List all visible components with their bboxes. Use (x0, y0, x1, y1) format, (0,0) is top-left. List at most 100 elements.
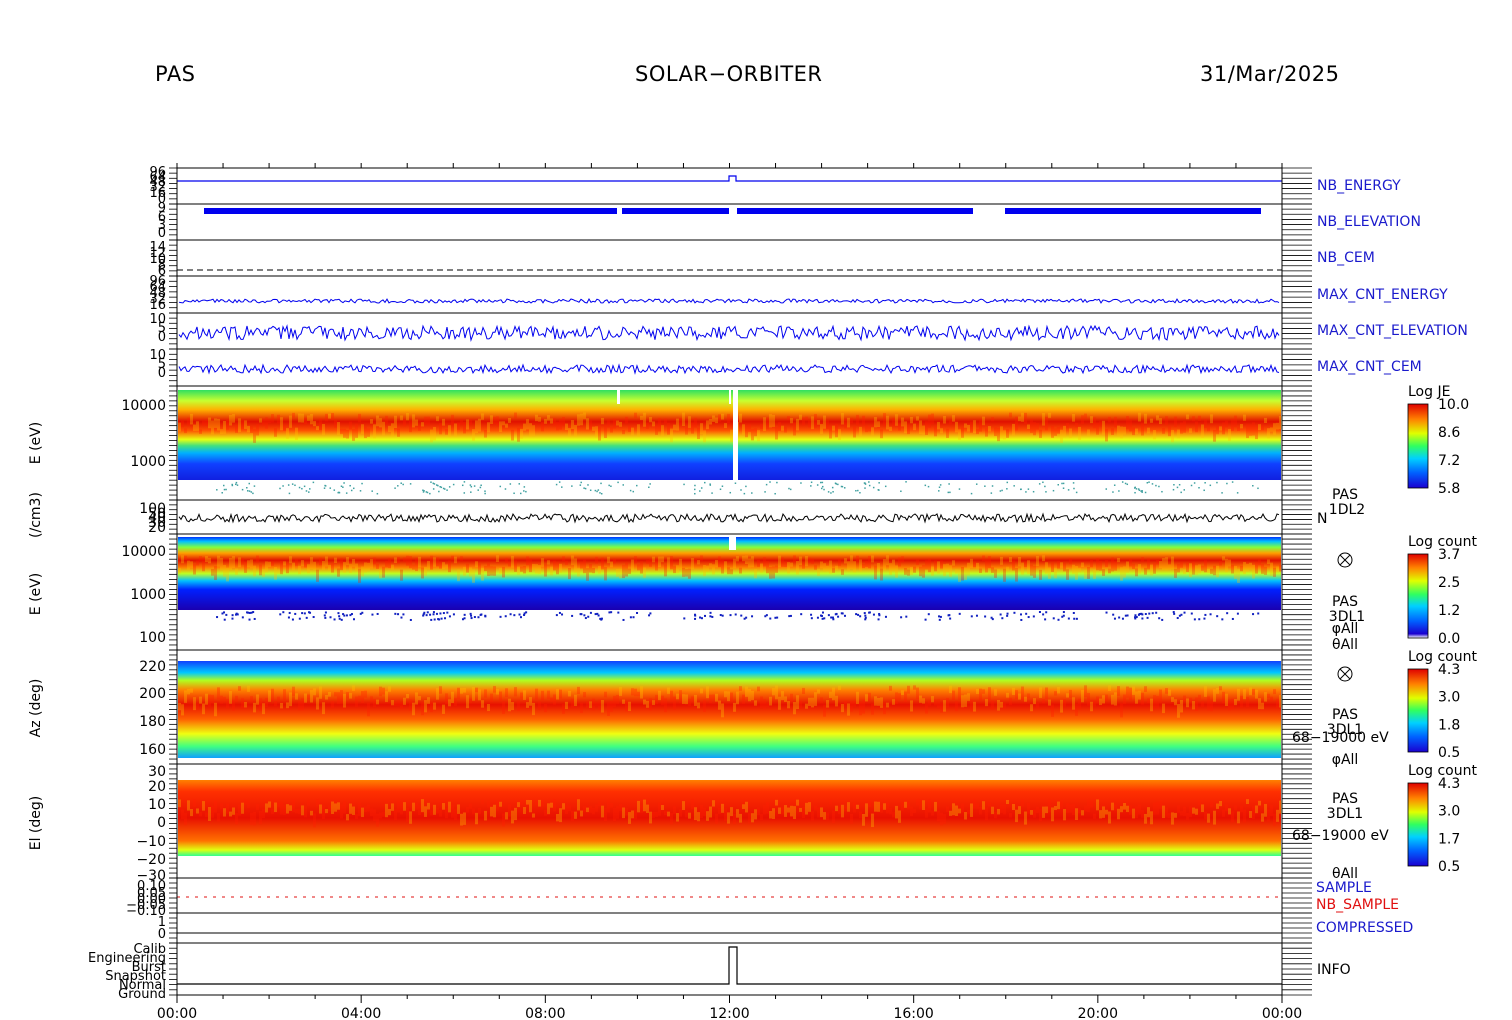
spectrogram-texture (838, 559, 841, 566)
spectrogram-texture (1048, 412, 1051, 418)
spectrogram-texture (1138, 564, 1141, 574)
spectrogram-texture (367, 702, 370, 717)
speckle (291, 483, 294, 485)
spectrogram-texture (934, 801, 937, 812)
spectrogram-texture (1243, 414, 1246, 421)
spectrogram-texture (727, 691, 730, 702)
spectrogram-texture (697, 812, 700, 822)
spectrogram-texture (868, 555, 871, 569)
spectrogram-texture (766, 801, 769, 814)
spectrogram-texture (685, 569, 688, 577)
spectrogram-texture (1081, 415, 1084, 424)
speckle (800, 482, 802, 484)
spectrogram-texture (1132, 427, 1135, 436)
spectrogram-texture (508, 561, 511, 567)
spectrogram-texture (355, 814, 358, 819)
spectrogram-texture (931, 696, 934, 703)
speckle (470, 614, 473, 617)
spectrogram-texture (484, 565, 487, 572)
spectrogram-texture (1255, 805, 1258, 814)
y-tick-label: 10 (148, 797, 166, 813)
spectrogram-texture (829, 426, 832, 439)
speckle (338, 615, 341, 618)
spectrogram-texture (565, 560, 568, 565)
spectrogram-texture (1114, 561, 1117, 571)
spectrogram-texture (883, 559, 886, 571)
spectrogram-texture (1174, 416, 1177, 428)
spectrogram-texture (430, 701, 433, 713)
spectrogram-texture (1096, 696, 1099, 704)
spectrogram-texture (436, 807, 439, 814)
spectrogram-texture (268, 690, 271, 702)
x-tick-label: 16:00 (893, 1006, 933, 1020)
spectrogram-texture (1105, 428, 1108, 442)
spectrogram-texture (337, 692, 340, 705)
speckle (461, 484, 464, 487)
spectrogram-texture (505, 423, 508, 428)
speckle (594, 613, 597, 616)
spectrogram-texture (607, 702, 610, 716)
spectrogram-texture (385, 560, 388, 568)
speckle (1257, 487, 1259, 490)
spectrogram-texture (595, 804, 598, 812)
spectrogram-texture (655, 811, 658, 817)
spectrogram-texture (1168, 564, 1171, 570)
spectrogram-texture (367, 428, 370, 437)
spectrogram-texture (346, 429, 349, 439)
spectrogram-texture (598, 426, 601, 441)
spectrogram-texture (1204, 811, 1207, 820)
speckle (769, 617, 772, 620)
spectrogram-texture (1246, 696, 1249, 708)
spectrogram-texture (538, 799, 541, 807)
speckle (439, 612, 442, 615)
spectrogram-texture (307, 415, 310, 421)
speckle (970, 615, 973, 618)
spectrogram-texture (1273, 423, 1276, 435)
speckle (223, 618, 226, 621)
spectrogram-texture (877, 697, 880, 706)
spectrogram-texture (1174, 568, 1177, 578)
spectrogram-texture (1093, 417, 1096, 429)
spectrogram-texture (1123, 803, 1126, 810)
spectrogram-texture (202, 420, 205, 426)
spectrogram-texture (565, 805, 568, 815)
spectrogram-texture (328, 413, 331, 419)
spectrogram-texture (616, 568, 619, 577)
spectrogram-texture (988, 426, 991, 432)
spectrogram-texture (796, 695, 799, 710)
speckle (561, 486, 563, 488)
spectrogram-texture (1069, 804, 1072, 813)
speckle (1178, 483, 1181, 486)
spectrogram-texture (667, 557, 670, 571)
spectrogram-texture (259, 811, 262, 825)
speckle (878, 482, 880, 484)
spectrogram-texture (805, 416, 808, 421)
spectrogram-texture (394, 557, 397, 564)
speckle (231, 614, 234, 617)
spectrogram-texture (847, 561, 850, 572)
spectrogram-texture (724, 808, 727, 821)
y-tick-label: 0 (158, 927, 166, 942)
speckle (1020, 618, 1023, 621)
spectrogram-texture (1015, 809, 1018, 823)
speckle (991, 485, 994, 487)
speckle (648, 486, 650, 489)
spectrogram-texture (889, 563, 892, 576)
spectrogram-texture (628, 568, 631, 574)
spectrogram-texture (229, 557, 232, 571)
spectrogram-texture (238, 557, 241, 568)
spectrogram-texture (874, 565, 877, 580)
spectrogram-texture (475, 812, 478, 825)
spectrogram-texture (295, 427, 298, 440)
spectrogram-texture (814, 692, 817, 706)
spectrogram-texture (532, 813, 535, 818)
spectrogram-texture (1144, 686, 1147, 692)
spectrogram-texture (427, 416, 430, 426)
spectrogram-texture (871, 813, 874, 828)
speckle (709, 484, 712, 486)
spectrogram-texture (652, 556, 655, 563)
spectrogram-texture (859, 426, 862, 436)
speckle (632, 490, 635, 493)
spectrogram-texture (1267, 559, 1270, 564)
speckle (446, 489, 448, 491)
